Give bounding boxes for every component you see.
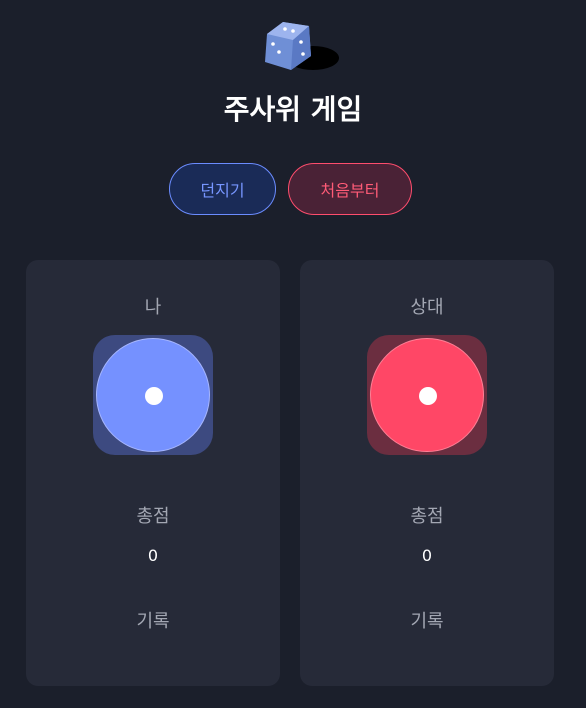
player-card-opponent: 상대 총점 0 기록: [300, 260, 554, 686]
die-face: [96, 338, 210, 452]
total-score-label: 총점: [410, 506, 444, 527]
roll-button[interactable]: 던지기: [169, 163, 276, 215]
player-name: 상대: [410, 297, 444, 318]
die-pip: [419, 387, 437, 405]
game-app: 주사위 게임 던지기 처음부터 나 총점 0 기록 상대 총점 0 기록: [0, 0, 586, 708]
page-title: 주사위 게임: [223, 93, 363, 126]
history-label: 기록: [410, 611, 444, 632]
total-score-value: 0: [421, 546, 433, 565]
die[interactable]: [93, 335, 213, 455]
dice-icon: [265, 22, 339, 70]
history-label: 기록: [136, 611, 170, 632]
total-score-label: 총점: [136, 506, 170, 527]
reset-button[interactable]: 처음부터: [288, 163, 412, 215]
die-pip: [145, 387, 163, 405]
total-score-value: 0: [147, 546, 159, 565]
die[interactable]: [367, 335, 487, 455]
die-face: [370, 338, 484, 452]
player-card-me: 나 총점 0 기록: [26, 260, 280, 686]
player-name: 나: [144, 297, 162, 318]
